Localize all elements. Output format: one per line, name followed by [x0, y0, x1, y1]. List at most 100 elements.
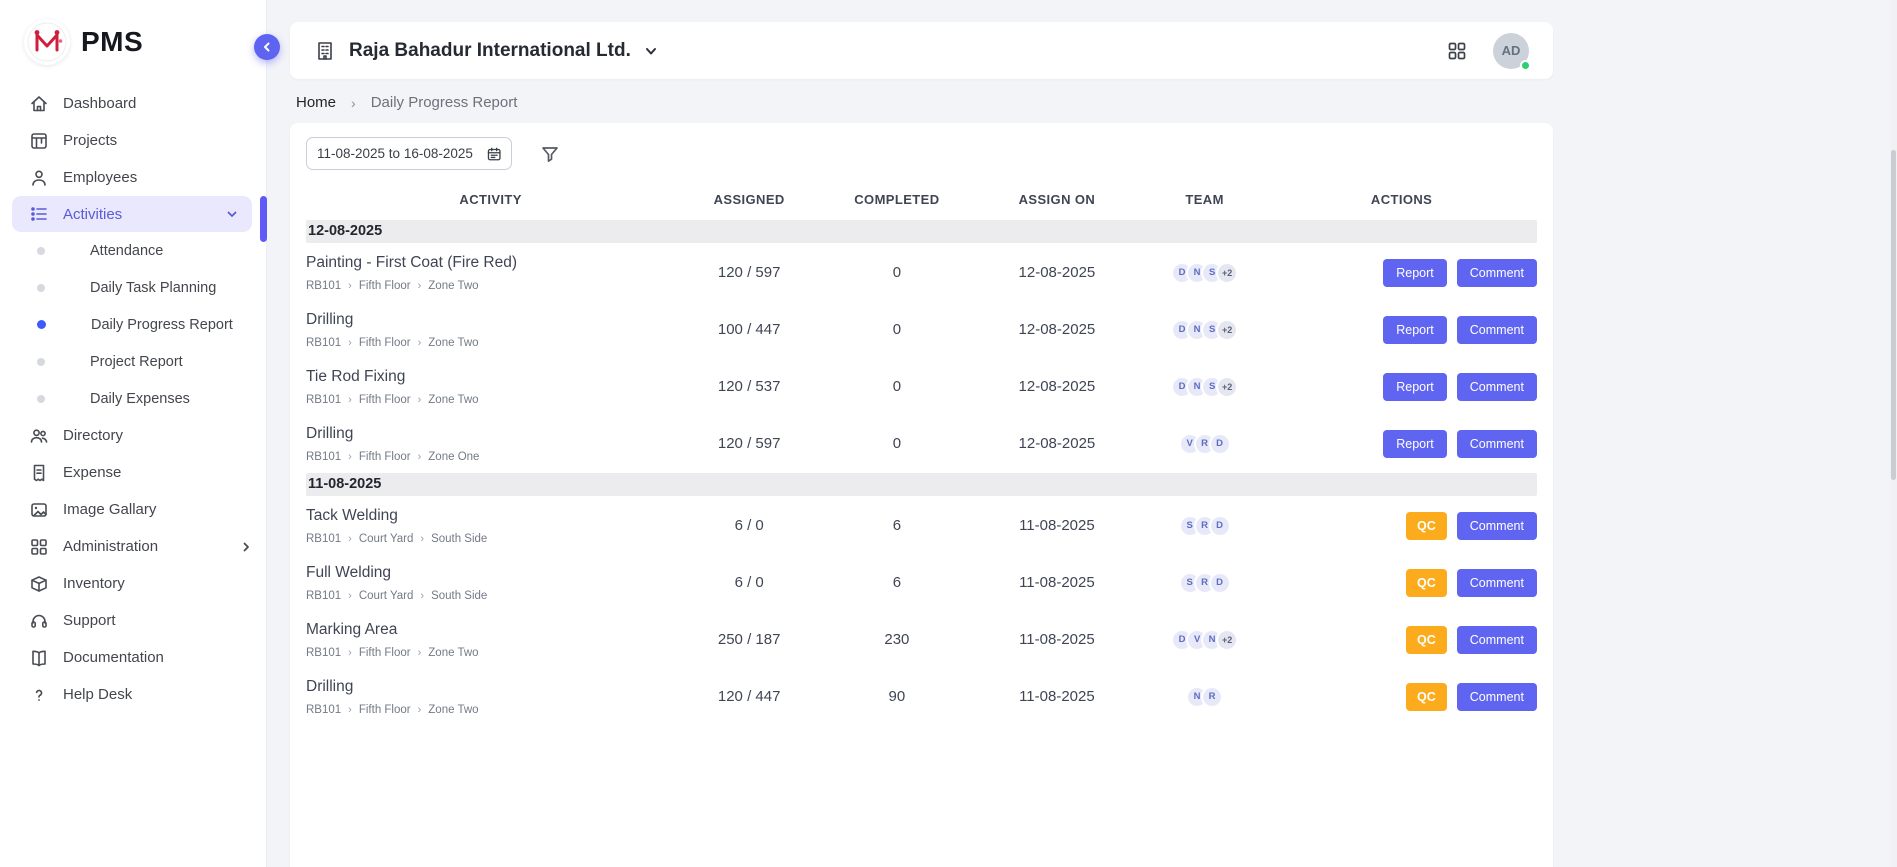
chevron-right-icon: › [420, 533, 424, 545]
receipt-icon [29, 463, 49, 483]
activity-name[interactable]: Tack Welding [306, 507, 675, 525]
path-segment: Fifth Floor [359, 647, 411, 659]
comment-button[interactable]: Comment [1457, 683, 1537, 711]
activity-name[interactable]: Painting - First Coat (Fire Red) [306, 254, 675, 272]
activity-name[interactable]: Full Welding [306, 564, 675, 582]
sidebar: PMS Dashboard Projects Employees Activit… [0, 0, 267, 867]
actions-cell: QC Comment [1266, 683, 1537, 711]
sidebar-subitem-label: Daily Task Planning [90, 280, 216, 296]
chevron-right-icon: › [348, 590, 352, 602]
image-icon [29, 500, 49, 520]
sidebar-item-administration[interactable]: Administration [0, 528, 266, 565]
activity-name[interactable]: Tie Rod Fixing [306, 368, 675, 386]
comment-button[interactable]: Comment [1457, 430, 1537, 458]
projects-icon [29, 131, 49, 151]
comment-button[interactable]: Comment [1457, 373, 1537, 401]
comment-button[interactable]: Comment [1457, 626, 1537, 654]
assigned-value: 120 / 537 [675, 378, 823, 395]
chevron-right-icon: › [418, 451, 422, 463]
comment-button[interactable]: Comment [1457, 569, 1537, 597]
assigned-value: 100 / 447 [675, 321, 823, 338]
path-segment: RB101 [306, 533, 341, 545]
sidebar-item-employees[interactable]: Employees [0, 159, 266, 196]
actions-cell: QC Comment [1266, 569, 1537, 597]
path-segment: South Side [431, 590, 487, 602]
activity-path: RB101›Fifth Floor›Zone Two [306, 394, 675, 406]
sidebar-item-activities[interactable]: Activities [12, 196, 252, 232]
sidebar-item-expense[interactable]: Expense [0, 454, 266, 491]
sidebar-item-help-desk[interactable]: Help Desk [0, 676, 266, 713]
sidebar-item-inventory[interactable]: Inventory [0, 565, 266, 602]
sidebar-item-label: Support [63, 612, 116, 629]
team-avatar[interactable]: D [1209, 515, 1231, 537]
report-button[interactable]: Report [1383, 259, 1447, 287]
qc-button[interactable]: QC [1406, 626, 1447, 654]
date-group-header: 11-08-2025 [306, 473, 1537, 496]
team-overflow-badge[interactable]: +2 [1216, 319, 1238, 341]
assign-on-value: 11-08-2025 [971, 517, 1143, 534]
scrollbar-thumb[interactable] [1891, 150, 1896, 480]
filter-row [306, 135, 1537, 170]
report-button[interactable]: Report [1383, 430, 1447, 458]
report-button[interactable]: Report [1383, 316, 1447, 344]
column-header-activity: ACTIVITY [306, 192, 675, 207]
sidebar-item-support[interactable]: Support [0, 602, 266, 639]
completed-value: 0 [823, 264, 971, 281]
apps-grid-button[interactable] [1447, 41, 1467, 61]
sidebar-item-dashboard[interactable]: Dashboard [0, 85, 266, 122]
filter-button[interactable] [540, 144, 560, 164]
team-overflow-badge[interactable]: +2 [1216, 262, 1238, 284]
table-row: Marking AreaRB101›Fifth Floor›Zone Two25… [306, 611, 1537, 668]
path-segment: RB101 [306, 451, 341, 463]
completed-value: 6 [823, 574, 971, 591]
sidebar-item-image-gallery[interactable]: Image Gallary [0, 491, 266, 528]
assign-on-value: 12-08-2025 [971, 435, 1143, 452]
team-avatar[interactable]: R [1201, 686, 1223, 708]
qc-button[interactable]: QC [1406, 512, 1447, 540]
report-button[interactable]: Report [1383, 373, 1447, 401]
company-selector[interactable]: Raja Bahadur International Ltd. [314, 40, 658, 62]
team-avatar[interactable]: D [1209, 433, 1231, 455]
breadcrumb: Home › Daily Progress Report [296, 94, 1553, 111]
team-avatars: DNS+2 [1143, 319, 1266, 341]
team-avatar[interactable]: D [1209, 572, 1231, 594]
activity-cell: DrillingRB101›Fifth Floor›Zone One [306, 425, 675, 463]
column-header-team: TEAM [1143, 192, 1266, 207]
chevron-right-icon: › [348, 533, 352, 545]
activity-name[interactable]: Drilling [306, 678, 675, 696]
sidebar-item-projects[interactable]: Projects [0, 122, 266, 159]
comment-button[interactable]: Comment [1457, 259, 1537, 287]
comment-button[interactable]: Comment [1457, 512, 1537, 540]
path-segment: Court Yard [359, 533, 414, 545]
bullet-dot-icon [37, 395, 45, 403]
breadcrumb-home[interactable]: Home [296, 94, 336, 111]
activity-name[interactable]: Marking Area [306, 621, 675, 639]
sidebar-subitem-attendance[interactable]: Attendance [0, 232, 266, 269]
path-segment: Zone Two [428, 647, 478, 659]
user-avatar[interactable]: AD [1493, 33, 1529, 69]
sidebar-subitem-daily-progress-report[interactable]: Daily Progress Report [0, 306, 266, 343]
team-overflow-badge[interactable]: +2 [1216, 376, 1238, 398]
activity-name[interactable]: Drilling [306, 425, 675, 443]
assigned-value: 120 / 597 [675, 264, 823, 281]
sidebar-subitem-daily-expenses[interactable]: Daily Expenses [0, 380, 266, 417]
date-range-field[interactable] [306, 137, 512, 170]
sidebar-collapse-button[interactable] [254, 34, 280, 60]
sidebar-subitem-project-report[interactable]: Project Report [0, 343, 266, 380]
qc-button[interactable]: QC [1406, 683, 1447, 711]
qc-button[interactable]: QC [1406, 569, 1447, 597]
app-name: PMS [81, 26, 143, 58]
chevron-left-icon [261, 41, 273, 53]
path-segment: RB101 [306, 394, 341, 406]
app-logo[interactable]: PMS [0, 0, 266, 77]
team-avatars: DNS+2 [1143, 376, 1266, 398]
sidebar-subitem-daily-task-planning[interactable]: Daily Task Planning [0, 269, 266, 306]
activity-name[interactable]: Drilling [306, 311, 675, 329]
sidebar-item-documentation[interactable]: Documentation [0, 639, 266, 676]
comment-button[interactable]: Comment [1457, 316, 1537, 344]
team-overflow-badge[interactable]: +2 [1216, 629, 1238, 651]
chevron-down-icon [226, 208, 238, 220]
path-segment: Fifth Floor [359, 704, 411, 716]
date-range-input[interactable] [317, 146, 486, 161]
sidebar-item-directory[interactable]: Directory [0, 417, 266, 454]
